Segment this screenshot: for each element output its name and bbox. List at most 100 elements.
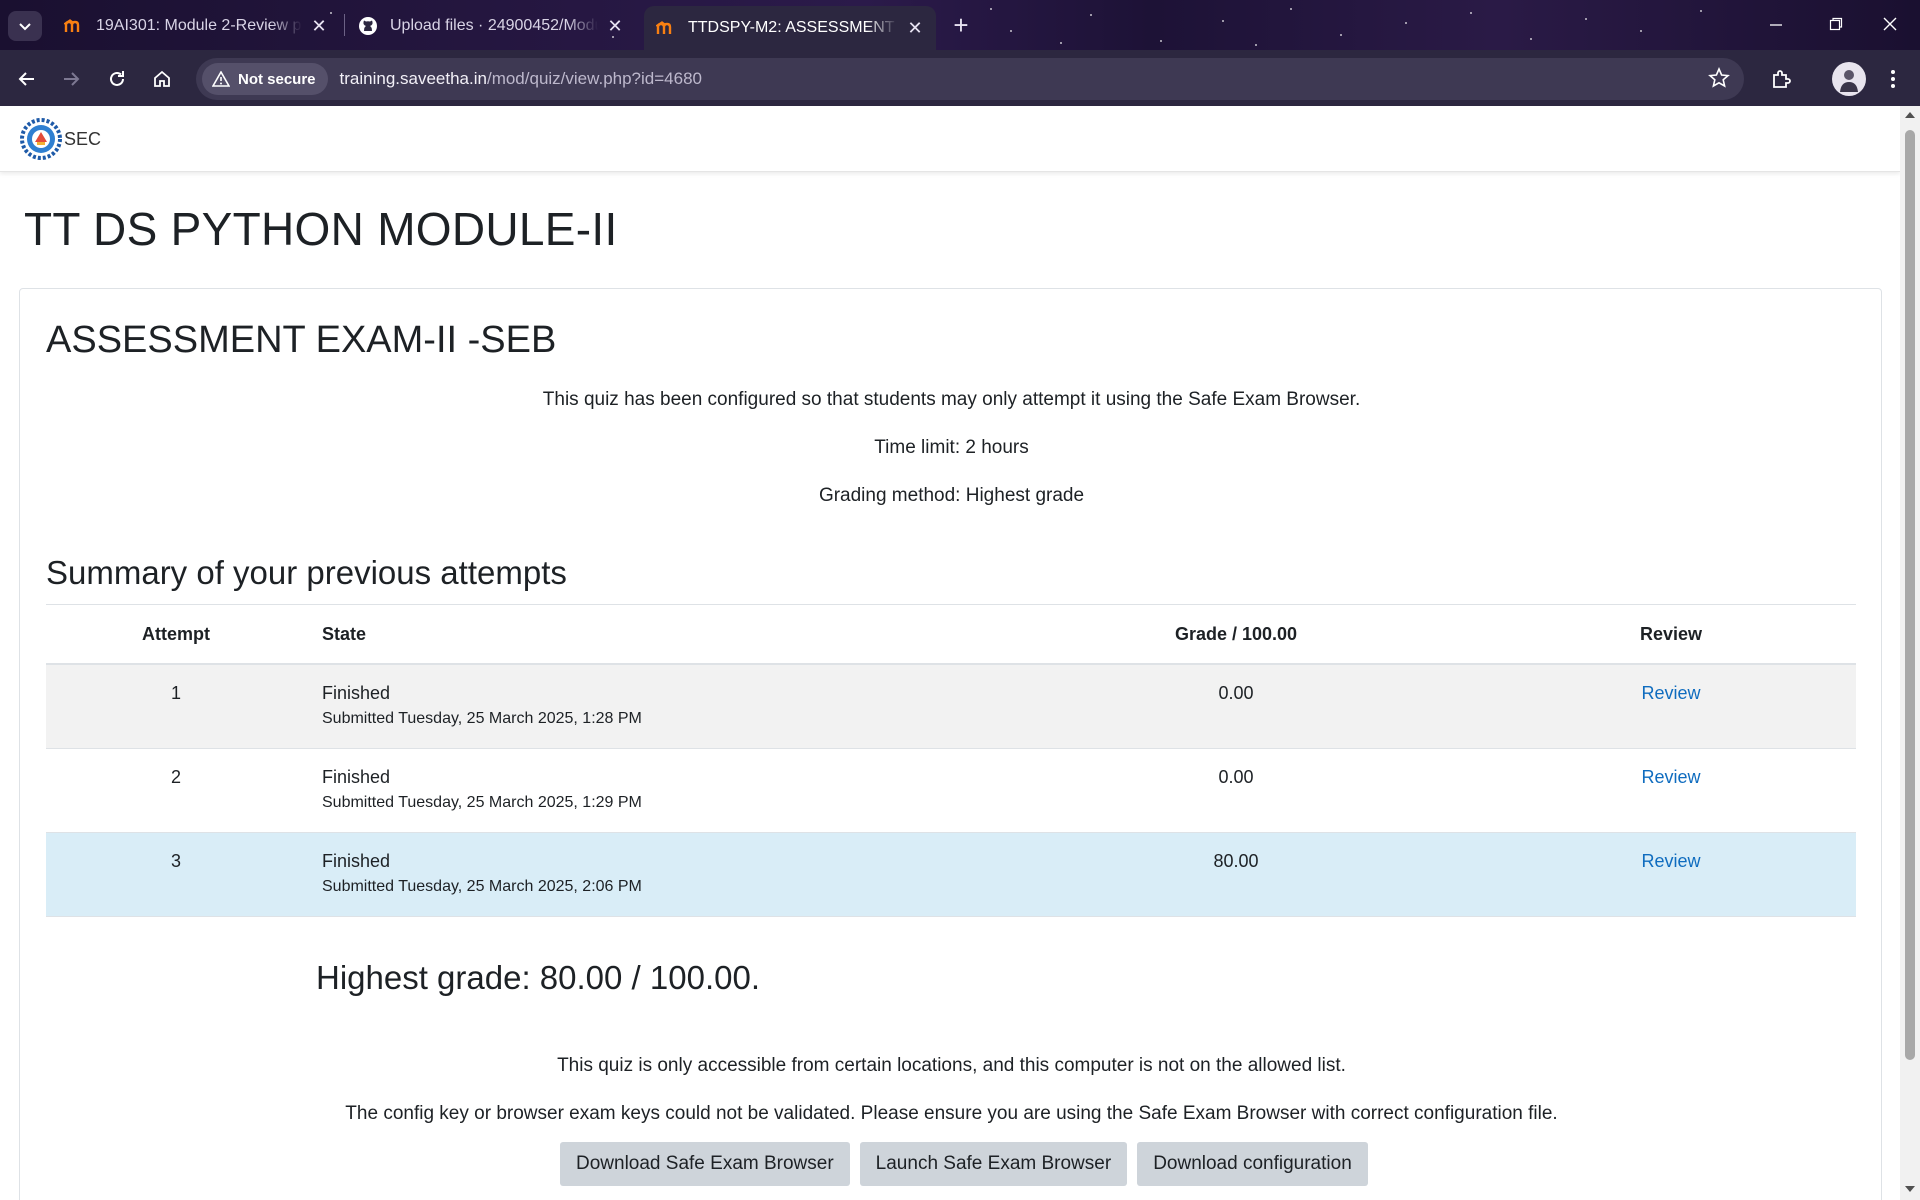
attempt-submitted: Submitted Tuesday, 25 March 2025, 1:28 P… bbox=[322, 710, 642, 727]
attempt-review-cell: Review bbox=[1486, 748, 1856, 833]
attempt-state-cell: Finished Submitted Tuesday, 25 March 202… bbox=[306, 832, 986, 917]
site-brand-name: SEC bbox=[64, 128, 102, 149]
more-vertical-icon bbox=[1891, 70, 1895, 88]
table-row: 1 Finished Submitted Tuesday, 25 March 2… bbox=[46, 664, 1856, 749]
college-logo-icon bbox=[20, 118, 62, 160]
attempt-state: Finished bbox=[322, 850, 391, 871]
close-icon[interactable]: ✕ bbox=[906, 18, 924, 39]
github-icon bbox=[358, 16, 378, 36]
table-header-row: Attempt State Grade / 100.00 Review bbox=[46, 606, 1856, 665]
attempt-review-cell: Review bbox=[1486, 832, 1856, 917]
moodle-icon bbox=[656, 18, 676, 38]
page-scrollbar[interactable] bbox=[1900, 106, 1920, 1200]
tab-github-upload[interactable]: Upload files · 24900452/Module ✕ bbox=[346, 6, 636, 46]
plus-icon: + bbox=[953, 10, 969, 40]
chevron-down-icon bbox=[19, 23, 31, 31]
warning-icon bbox=[212, 71, 230, 87]
attempt-number: 3 bbox=[46, 832, 306, 917]
security-chip[interactable]: Not secure bbox=[202, 63, 328, 95]
config-key-notice: The config key or browser exam keys coul… bbox=[345, 1103, 1558, 1124]
summary-title: Summary of your previous attempts bbox=[46, 554, 567, 591]
site-navbar: SEC bbox=[0, 106, 1900, 172]
scroll-down-icon[interactable] bbox=[1905, 1186, 1915, 1192]
attempt-state-cell: Finished Submitted Tuesday, 25 March 202… bbox=[306, 748, 986, 833]
browser-tabstrip: 19AI301: Module 2-Review page ✕ Upload f… bbox=[0, 0, 1920, 50]
arrow-right-icon bbox=[64, 72, 80, 86]
tab-title: TTDSPY-M2: ASSESSMENT EXAM bbox=[688, 19, 898, 36]
header-grade: Grade / 100.00 bbox=[986, 606, 1486, 665]
attempt-grade: 0.00 bbox=[986, 748, 1486, 833]
new-tab-button[interactable]: + bbox=[946, 11, 976, 41]
tab-assessment-exam[interactable]: TTDSPY-M2: ASSESSMENT EXAM ✕ bbox=[644, 6, 936, 50]
home-button[interactable] bbox=[145, 62, 179, 96]
security-label: Not secure bbox=[238, 70, 316, 88]
minimize-icon bbox=[1770, 24, 1782, 26]
site-brand[interactable]: SEC bbox=[20, 118, 101, 160]
header-attempt: Attempt bbox=[46, 606, 306, 665]
launch-seb-button[interactable]: Launch Safe Exam Browser bbox=[859, 1142, 1128, 1186]
close-icon bbox=[1883, 17, 1897, 31]
divider bbox=[46, 604, 1856, 605]
browser-toolbar: Not secure training.saveetha.in/mod/quiz… bbox=[0, 50, 1920, 106]
bookmark-button[interactable] bbox=[1708, 66, 1730, 94]
quiz-title: ASSESSMENT EXAM-II -SEB bbox=[46, 319, 557, 361]
quiz-grading-method: Grading method: Highest grade bbox=[818, 485, 1085, 506]
forward-button[interactable] bbox=[54, 62, 88, 96]
scroll-up-icon[interactable] bbox=[1905, 112, 1915, 118]
attempt-review-cell: Review bbox=[1486, 664, 1856, 749]
review-link[interactable]: Review bbox=[1641, 683, 1700, 703]
puzzle-icon bbox=[1773, 70, 1791, 88]
location-notice: This quiz is only accessible from certai… bbox=[557, 1055, 1346, 1076]
tab-module-review[interactable]: 19AI301: Module 2-Review page ✕ bbox=[52, 6, 340, 46]
page-content: SEC TT DS PYTHON MODULE-II ASSESSMENT EX… bbox=[0, 106, 1900, 1200]
moodle-icon bbox=[64, 16, 84, 36]
reload-icon bbox=[110, 71, 124, 86]
reload-button[interactable] bbox=[100, 62, 134, 96]
home-icon bbox=[154, 70, 170, 87]
attempt-submitted: Submitted Tuesday, 25 March 2025, 2:06 P… bbox=[322, 877, 642, 895]
tab-title: 19AI301: Module 2-Review page bbox=[96, 17, 302, 34]
attempt-grade: 0.00 bbox=[986, 664, 1486, 749]
quiz-seb-info: This quiz has been configured so that st… bbox=[542, 389, 1361, 410]
page-title: TT DS PYTHON MODULE-II bbox=[24, 203, 618, 255]
attempt-grade: 80.00 bbox=[986, 832, 1486, 917]
download-config-button[interactable]: Download configuration bbox=[1137, 1142, 1368, 1186]
avatar bbox=[1832, 62, 1866, 96]
star-icon bbox=[1708, 66, 1730, 88]
attempt-state-cell: Finished Submitted Tuesday, 25 March 202… bbox=[306, 664, 986, 749]
restore-icon bbox=[1829, 17, 1843, 31]
review-link[interactable]: Review bbox=[1641, 851, 1700, 871]
review-link[interactable]: Review bbox=[1641, 767, 1700, 787]
table-row: 3 Finished Submitted Tuesday, 25 March 2… bbox=[46, 832, 1856, 917]
header-review: Review bbox=[1486, 606, 1856, 665]
table-row: 2 Finished Submitted Tuesday, 25 March 2… bbox=[46, 748, 1856, 833]
attempt-state: Finished bbox=[322, 766, 391, 787]
profile-button[interactable] bbox=[1830, 60, 1868, 98]
quiz-card: ASSESSMENT EXAM-II -SEB This quiz has be… bbox=[19, 288, 1882, 1200]
back-button[interactable] bbox=[10, 62, 44, 96]
url-host: training.saveetha.in bbox=[339, 69, 487, 88]
tab-search-button[interactable] bbox=[8, 11, 42, 41]
close-icon[interactable]: ✕ bbox=[606, 16, 624, 37]
attempt-state: Finished bbox=[322, 683, 391, 703]
minimize-button[interactable] bbox=[1746, 6, 1806, 42]
attempt-number: 2 bbox=[46, 748, 306, 833]
url-text[interactable]: training.saveetha.in/mod/quiz/view.php?i… bbox=[340, 69, 702, 89]
download-seb-button[interactable]: Download Safe Exam Browser bbox=[560, 1142, 850, 1186]
address-bar[interactable]: Not secure training.saveetha.in/mod/quiz… bbox=[196, 58, 1744, 100]
attempt-submitted: Submitted Tuesday, 25 March 2025, 1:29 P… bbox=[322, 793, 642, 811]
seb-button-group: Download Safe Exam Browser Launch Safe E… bbox=[560, 1142, 1368, 1186]
header-state: State bbox=[306, 606, 986, 665]
quiz-time-limit: Time limit: 2 hours bbox=[874, 437, 1029, 458]
tab-separator bbox=[344, 14, 345, 36]
restore-button[interactable] bbox=[1806, 6, 1866, 42]
close-window-button[interactable] bbox=[1860, 6, 1920, 42]
url-path: /mod/quiz/view.php?id=4680 bbox=[486, 69, 702, 88]
browser-menu-button[interactable] bbox=[1876, 62, 1910, 96]
tab-title: Upload files · 24900452/Module bbox=[390, 17, 598, 34]
attempts-table: Attempt State Grade / 100.00 Review 1 Fi… bbox=[46, 606, 1856, 917]
highest-grade: Highest grade: 80.00 / 100.00. bbox=[316, 959, 760, 996]
extensions-button[interactable] bbox=[1764, 62, 1798, 96]
scroll-thumb[interactable] bbox=[1905, 130, 1915, 1060]
close-icon[interactable]: ✕ bbox=[310, 16, 328, 37]
